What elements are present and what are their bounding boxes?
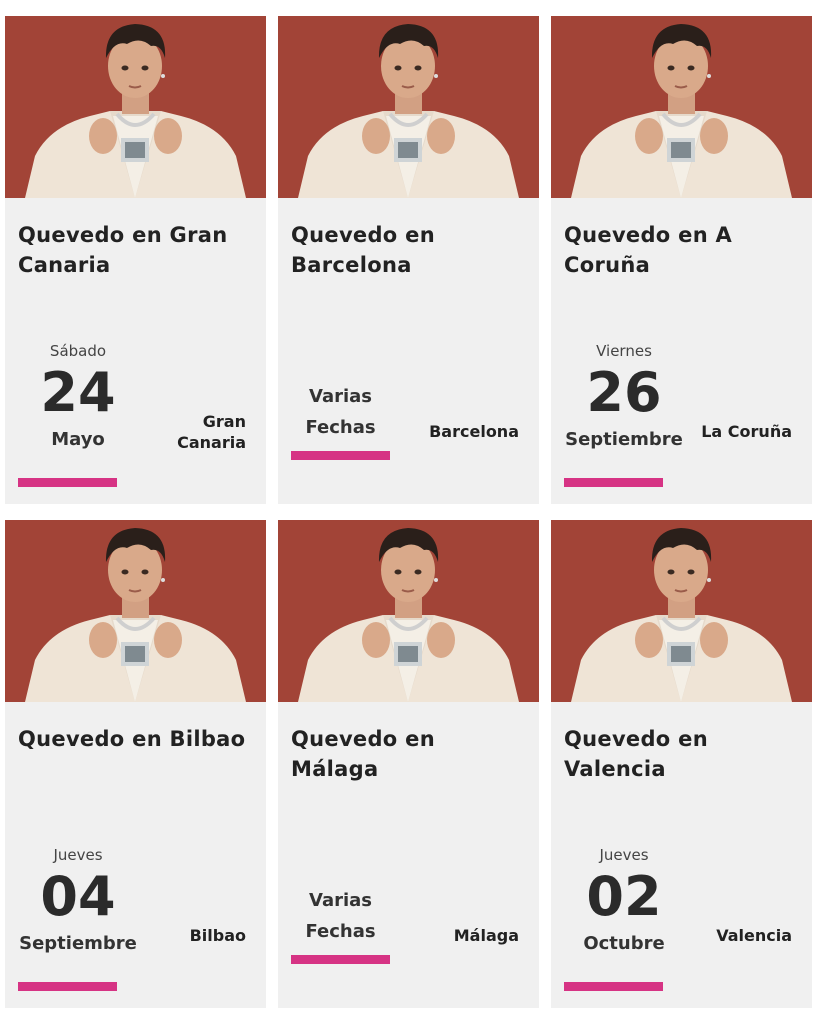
event-city: Bilbao bbox=[190, 925, 246, 946]
date-underline bbox=[291, 451, 390, 460]
event-city: Valencia bbox=[716, 925, 792, 946]
event-title[interactable]: Quevedo en Valencia bbox=[564, 724, 799, 784]
event-title[interactable]: Quevedo en Bilbao bbox=[18, 724, 253, 754]
varias-line1: Varias bbox=[309, 890, 372, 911]
event-weekday: Viernes bbox=[596, 342, 652, 360]
artist-photo[interactable] bbox=[551, 16, 812, 198]
event-day: 04 bbox=[40, 865, 116, 928]
event-grid: Quevedo en Gran Canaria Sábado 24 Mayo G… bbox=[0, 0, 817, 1024]
date-underline bbox=[564, 982, 663, 991]
event-multiple-dates: Varias Fechas bbox=[291, 381, 390, 443]
event-city: La Coruña bbox=[701, 421, 792, 442]
event-city: Gran Canaria bbox=[177, 411, 246, 453]
event-weekday: Jueves bbox=[53, 846, 103, 864]
event-month: Septiembre bbox=[565, 429, 683, 450]
event-card-bilbao[interactable]: Quevedo en Bilbao Jueves 04 Septiembre B… bbox=[5, 520, 266, 1008]
date-underline bbox=[564, 478, 663, 487]
date-underline bbox=[18, 478, 117, 487]
event-city: Barcelona bbox=[429, 421, 519, 442]
varias-line2: Fechas bbox=[305, 921, 376, 942]
artist-photo[interactable] bbox=[5, 16, 266, 198]
event-title[interactable]: Quevedo en A Coruña bbox=[564, 220, 799, 280]
artist-photo[interactable] bbox=[551, 520, 812, 702]
event-title[interactable]: Quevedo en Gran Canaria bbox=[18, 220, 253, 280]
event-date: Jueves 02 Octubre bbox=[564, 846, 684, 956]
artist-photo[interactable] bbox=[278, 16, 539, 198]
event-city-line2: Canaria bbox=[177, 433, 246, 452]
event-card-gran-canaria[interactable]: Quevedo en Gran Canaria Sábado 24 Mayo G… bbox=[5, 16, 266, 504]
event-city-line1: Gran bbox=[202, 412, 246, 431]
event-city-line1: La Coruña bbox=[701, 422, 792, 441]
event-weekday: Sábado bbox=[49, 342, 107, 360]
artist-photo[interactable] bbox=[278, 520, 539, 702]
varias-line1: Varias bbox=[309, 386, 372, 407]
event-date: Sábado 24 Mayo bbox=[18, 342, 138, 452]
event-weekday: Jueves bbox=[599, 846, 649, 864]
event-city-line1: Málaga bbox=[453, 926, 519, 945]
event-city: Málaga bbox=[454, 925, 519, 946]
event-month: Mayo bbox=[51, 429, 105, 450]
event-card-malaga[interactable]: Quevedo en Málaga Varias Fechas Málaga bbox=[278, 520, 539, 1008]
event-date: Jueves 04 Septiembre bbox=[18, 846, 138, 956]
event-day: 24 bbox=[40, 361, 116, 424]
event-city-line1: Bilbao bbox=[189, 926, 246, 945]
event-title[interactable]: Quevedo en Barcelona bbox=[291, 220, 526, 280]
event-multiple-dates: Varias Fechas bbox=[291, 885, 390, 947]
varias-line2: Fechas bbox=[305, 417, 376, 438]
event-day: 26 bbox=[586, 361, 662, 424]
event-card-a-coruna[interactable]: Quevedo en A Coruña Viernes 26 Septiembr… bbox=[551, 16, 812, 504]
event-city-line1: Valencia bbox=[716, 926, 792, 945]
event-month: Septiembre bbox=[19, 933, 137, 954]
event-day: 02 bbox=[586, 865, 662, 928]
date-underline bbox=[18, 982, 117, 991]
event-card-valencia[interactable]: Quevedo en Valencia Jueves 02 Octubre Va… bbox=[551, 520, 812, 1008]
artist-photo[interactable] bbox=[5, 520, 266, 702]
event-card-barcelona[interactable]: Quevedo en Barcelona Varias Fechas Barce… bbox=[278, 16, 539, 504]
event-city-line1: Barcelona bbox=[429, 422, 519, 441]
date-underline bbox=[291, 955, 390, 964]
event-date: Viernes 26 Septiembre bbox=[564, 342, 684, 452]
event-title[interactable]: Quevedo en Málaga bbox=[291, 724, 526, 784]
event-month: Octubre bbox=[583, 933, 665, 954]
